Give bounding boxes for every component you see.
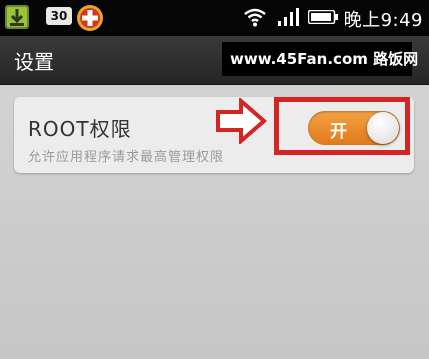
root-permission-toggle[interactable]: 开 <box>308 111 400 145</box>
setting-title: ROOT权限 <box>28 117 132 141</box>
download-icon <box>5 5 29 29</box>
status-bar: 30 晚上9:49 <box>0 0 429 36</box>
wifi-icon <box>244 8 266 27</box>
setting-description: 允许应用程序请求最高管理权限 <box>28 150 225 165</box>
watermark: www.45Fan.com 路饭网 <box>222 42 418 76</box>
toggle-label: 开 <box>330 122 347 142</box>
plus-icon <box>77 5 103 31</box>
status-clock: 晚上9:49 <box>343 10 423 31</box>
badge-icon: 30 <box>46 7 72 25</box>
battery-icon <box>308 10 338 24</box>
arrow-right-icon <box>216 98 267 144</box>
page-title: 设置 <box>14 50 54 74</box>
toggle-knob[interactable] <box>367 112 399 144</box>
signal-icon <box>278 8 299 26</box>
